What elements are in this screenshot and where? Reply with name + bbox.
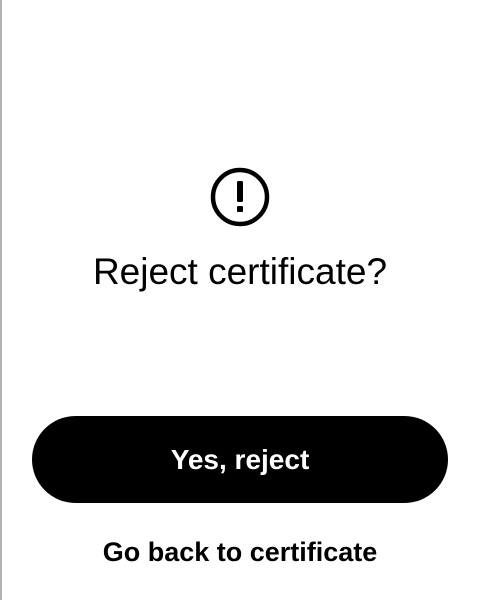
screen-edge-divider	[0, 0, 2, 600]
go-back-to-certificate-button[interactable]: Go back to certificate	[0, 530, 480, 574]
yes-reject-button-label: Yes, reject	[170, 443, 310, 475]
dialog-title: Reject certificate?	[92, 251, 388, 292]
yes-reject-button[interactable]: Yes, reject	[32, 416, 448, 503]
exclamation-circle-icon	[210, 167, 270, 227]
